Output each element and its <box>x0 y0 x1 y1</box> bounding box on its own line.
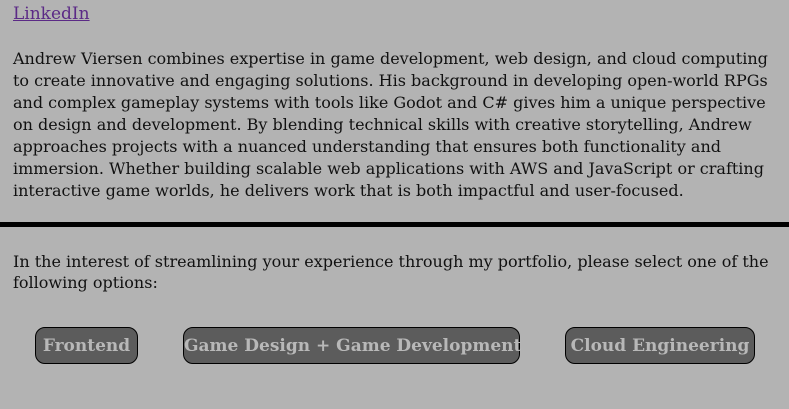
options-intro: In the interest of streamlining your exp… <box>13 252 769 292</box>
linkedin-link[interactable]: LinkedIn <box>13 4 90 24</box>
bio-paragraph: Andrew Viersen combines expertise in gam… <box>13 49 768 200</box>
cloud-engineering-button[interactable]: Cloud Engineering <box>565 327 755 364</box>
section-divider <box>0 222 789 227</box>
frontend-button[interactable]: Frontend <box>35 327 138 364</box>
portfolio-options: Frontend Game Design + Game Development … <box>0 327 789 364</box>
game-design-development-button[interactable]: Game Design + Game Development <box>183 327 521 364</box>
portfolio-page: LinkedIn Andrew Viersen combines experti… <box>0 0 789 409</box>
